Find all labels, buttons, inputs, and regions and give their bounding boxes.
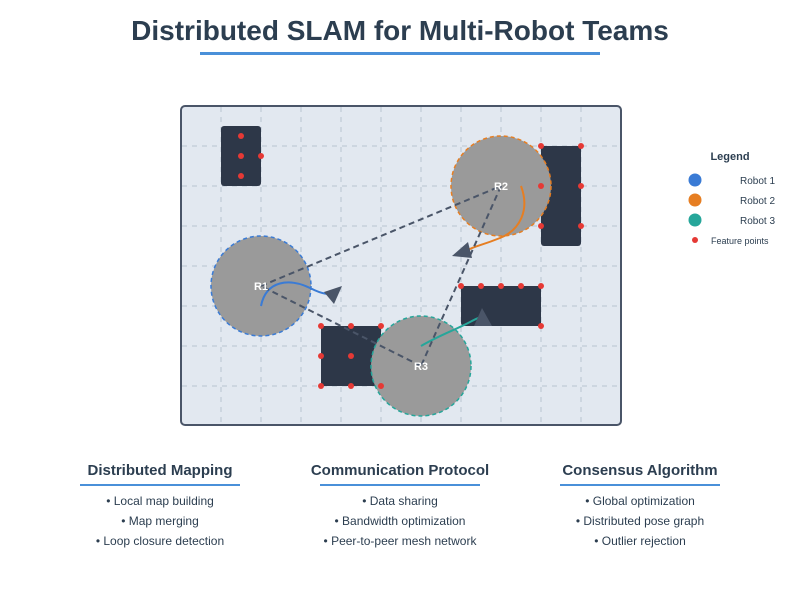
- feature-point: [578, 183, 584, 189]
- section-item: • Global optimization: [585, 494, 695, 508]
- feature-point: [378, 323, 384, 329]
- feature-point: [538, 223, 544, 229]
- section-title: Communication Protocol: [311, 462, 489, 479]
- map-area: R1 R2 R3: [180, 105, 622, 426]
- robot2-dot-icon: [688, 193, 702, 207]
- feature-point: [348, 353, 354, 359]
- legend: Legend Robot 1 Robot 2 Robot 3 Feature p…: [688, 151, 775, 246]
- feature-point: [238, 153, 244, 159]
- feature-point: [318, 383, 324, 389]
- section-title: Distributed Mapping: [88, 462, 233, 479]
- feature-point: [258, 153, 264, 159]
- feature-point: [318, 323, 324, 329]
- feature-point-icon: [692, 237, 698, 243]
- robot1-dot-icon: [688, 173, 702, 187]
- section-item: • Outlier rejection: [594, 534, 686, 548]
- feature-point: [578, 143, 584, 149]
- page-title: Distributed SLAM for Multi-Robot Teams: [131, 15, 669, 46]
- section-item: • Bandwidth optimization: [335, 514, 466, 528]
- feature-point: [478, 283, 484, 289]
- section-underline: [560, 484, 720, 486]
- legend-title: Legend: [710, 151, 749, 163]
- section-item: • Data sharing: [362, 494, 438, 508]
- section-item: • Loop closure detection: [96, 534, 224, 548]
- section-distributed-mapping: Distributed Mapping • Local map building…: [80, 462, 240, 548]
- title-underline: [200, 52, 600, 55]
- robot3-label: R3: [414, 361, 428, 373]
- legend-label-robot3: Robot 3: [740, 216, 775, 227]
- feature-point: [538, 323, 544, 329]
- feature-point: [238, 173, 244, 179]
- section-underline: [80, 484, 240, 486]
- slam-diagram: Distributed SLAM for Multi-Robot Teams R…: [80, 15, 775, 548]
- section-item: • Map merging: [121, 514, 199, 528]
- legend-label-features: Feature points: [711, 236, 769, 246]
- feature-point: [518, 283, 524, 289]
- section-item: • Distributed pose graph: [576, 514, 704, 528]
- feature-point: [578, 223, 584, 229]
- feature-point: [348, 383, 354, 389]
- section-title: Consensus Algorithm: [562, 462, 717, 479]
- section-underline: [320, 484, 480, 486]
- feature-point: [538, 143, 544, 149]
- legend-label-robot1: Robot 1: [740, 176, 775, 187]
- section-consensus-algorithm: Consensus Algorithm • Global optimizatio…: [560, 462, 720, 548]
- robot2-label: R2: [494, 181, 508, 193]
- feature-point: [348, 323, 354, 329]
- section-communication-protocol: Communication Protocol • Data sharing • …: [311, 462, 489, 548]
- feature-point: [318, 353, 324, 359]
- feature-point: [378, 383, 384, 389]
- feature-point: [498, 283, 504, 289]
- legend-label-robot2: Robot 2: [740, 196, 775, 207]
- feature-point: [458, 283, 464, 289]
- feature-point: [238, 133, 244, 139]
- feature-point: [538, 183, 544, 189]
- section-item: • Local map building: [106, 494, 214, 508]
- robot3-dot-icon: [688, 213, 702, 227]
- feature-point: [538, 283, 544, 289]
- section-item: • Peer-to-peer mesh network: [324, 534, 478, 548]
- robot1-label: R1: [254, 281, 268, 293]
